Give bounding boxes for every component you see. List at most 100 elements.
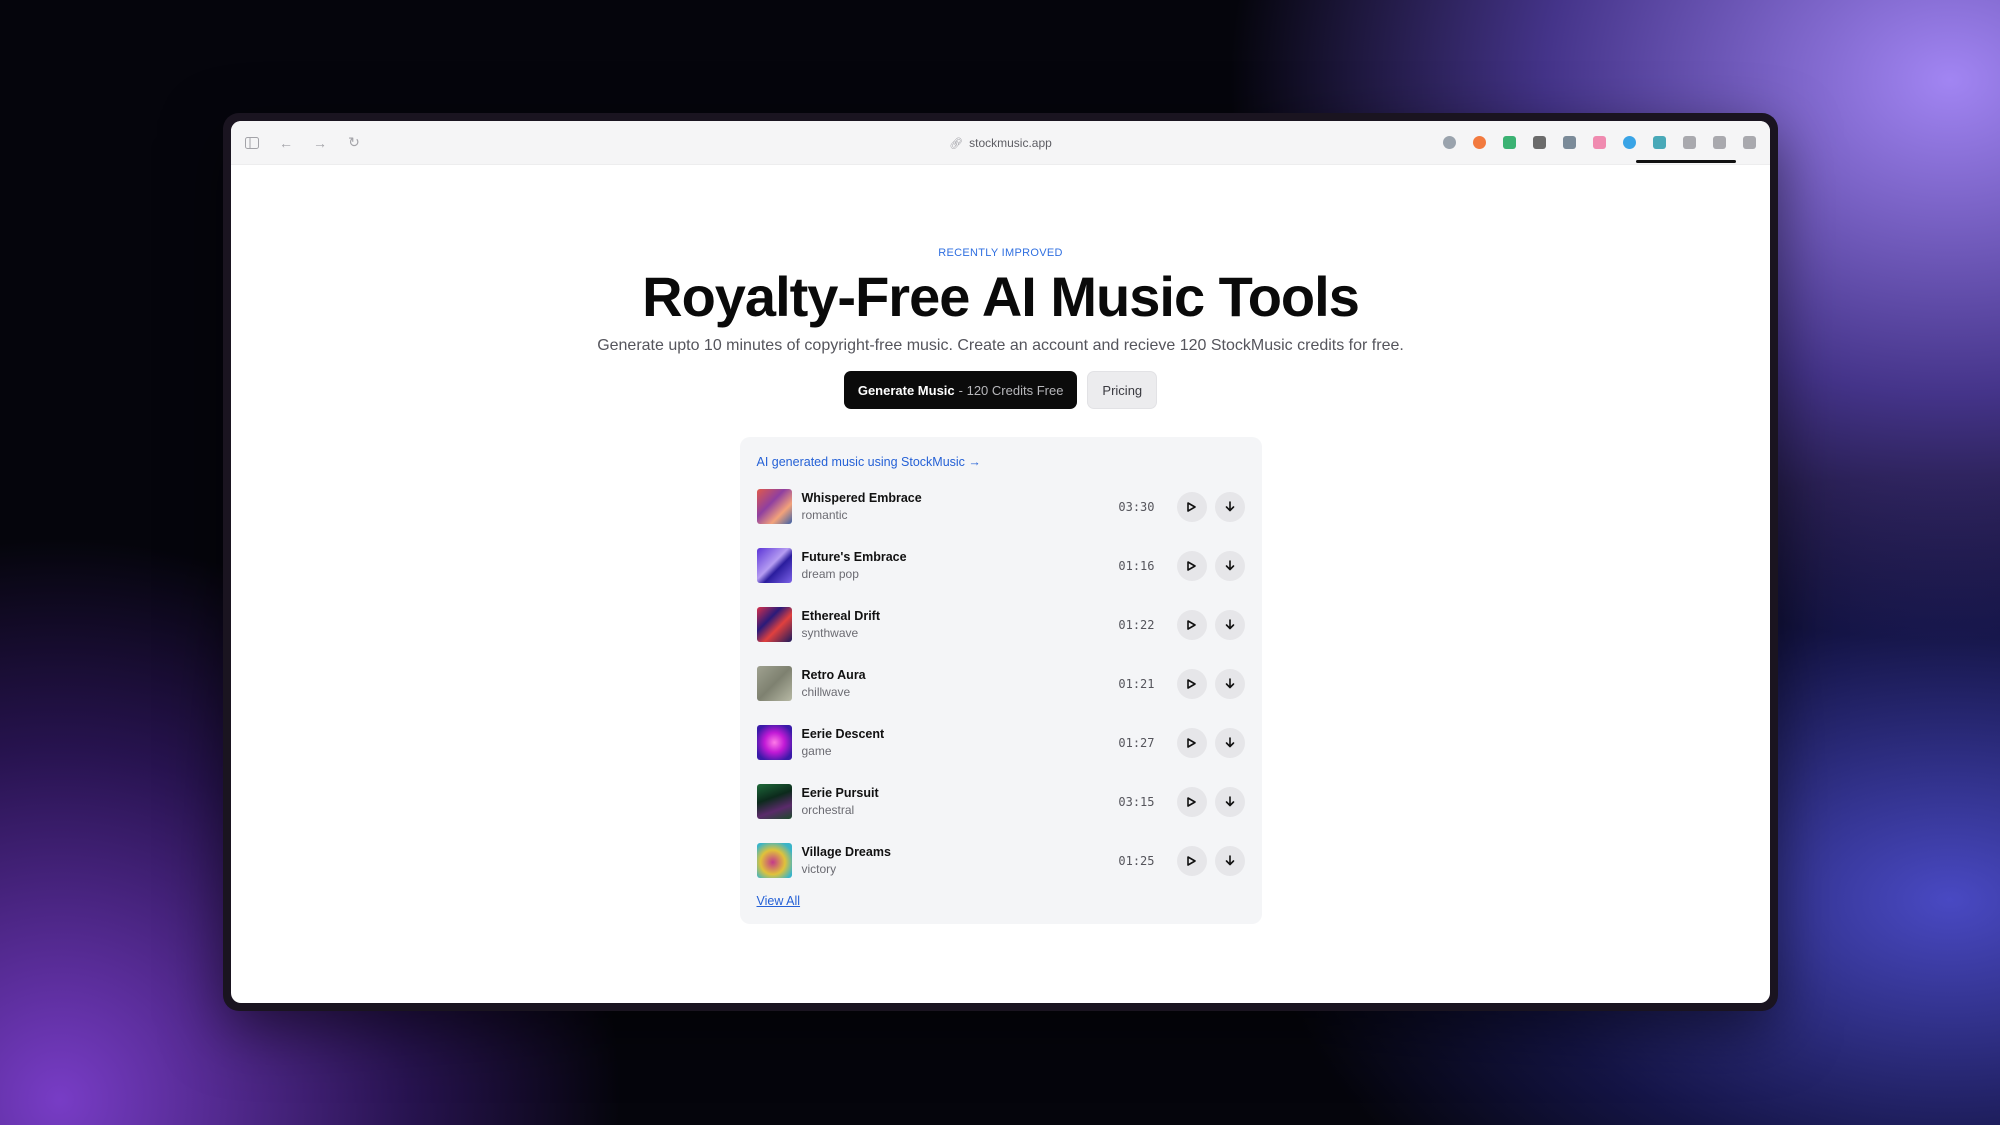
forward-arrow-icon[interactable]: → — [313, 135, 327, 151]
track-genre: orchestral — [801, 803, 855, 817]
track-duration: 01:16 — [1118, 558, 1155, 573]
album-cover-image — [756, 489, 792, 524]
download-arrow-icon — [1225, 796, 1234, 807]
download-button[interactable] — [1214, 491, 1245, 522]
play-button[interactable] — [1176, 727, 1207, 758]
rocket-extension-icon[interactable] — [1503, 136, 1516, 149]
play-button[interactable] — [1176, 491, 1207, 522]
teal-extension-icon[interactable] — [1653, 136, 1666, 149]
play-icon — [1187, 619, 1196, 630]
track-row[interactable]: Future's Embrace dream pop 01:16 — [756, 536, 1245, 595]
track-duration: 01:25 — [1118, 853, 1155, 868]
play-icon — [1187, 501, 1196, 512]
album-cover-image — [756, 548, 792, 583]
address-bar[interactable]: 🔗︎ stockmusic.app — [949, 121, 1052, 165]
play-button[interactable] — [1176, 550, 1207, 581]
play-button[interactable] — [1176, 668, 1207, 699]
track-title: Whispered Embrace — [801, 491, 922, 505]
track-row[interactable]: Eerie Pursuit orchestral 03:15 — [756, 772, 1245, 831]
album-cover-image — [756, 666, 792, 701]
play-icon — [1187, 737, 1196, 748]
reload-icon[interactable]: ↻ — [347, 134, 361, 150]
download-arrow-icon — [1225, 678, 1234, 689]
pink-extension-icon[interactable] — [1593, 136, 1606, 149]
track-meta: Retro Aura chillwave — [802, 668, 1119, 699]
blue-circle-extension-icon[interactable] — [1623, 136, 1636, 149]
track-row[interactable]: Retro Aura chillwave 01:21 — [756, 654, 1245, 713]
track-duration: 01:22 — [1118, 617, 1155, 632]
track-genre: synthwave — [801, 626, 859, 640]
orange-extension-icon[interactable] — [1473, 136, 1486, 149]
track-row[interactable]: Whispered Embrace romantic 03:30 — [756, 477, 1245, 536]
profile-extension-icon[interactable] — [1443, 136, 1456, 149]
track-duration: 01:27 — [1118, 735, 1155, 750]
download-arrow-icon — [1225, 501, 1234, 512]
download-button[interactable] — [1214, 668, 1245, 699]
download-button[interactable] — [1214, 845, 1245, 876]
play-icon — [1187, 796, 1196, 807]
track-meta: Future's Embrace dream pop — [802, 550, 1119, 581]
track-genre: game — [801, 744, 832, 758]
list-extension-icon[interactable] — [1713, 136, 1726, 149]
track-row[interactable]: Ethereal Drift synthwave 01:22 — [756, 595, 1245, 654]
notion-extension-icon[interactable] — [1533, 136, 1546, 149]
play-icon — [1187, 678, 1196, 689]
track-list-panel: AI generated music using StockMusic → Wh… — [739, 437, 1262, 924]
back-arrow-icon[interactable]: ← — [279, 135, 293, 151]
eyebrow-label: RECENTLY IMPROVED — [938, 247, 1063, 259]
track-title: Future's Embrace — [801, 550, 907, 564]
play-button[interactable] — [1176, 845, 1207, 876]
sidebar-toggle-icon[interactable] — [245, 136, 259, 150]
track-meta: Village Dreams victory — [802, 845, 1119, 876]
hero-section: RECENTLY IMPROVED Royalty-Free AI Music … — [231, 247, 1770, 924]
track-genre: dream pop — [801, 567, 859, 581]
track-meta: Whispered Embrace romantic — [802, 491, 1119, 522]
image-extension-icon[interactable] — [1563, 136, 1576, 149]
download-button[interactable] — [1214, 550, 1245, 581]
track-title: Ethereal Drift — [801, 609, 881, 623]
track-genre: victory — [801, 862, 837, 876]
play-button[interactable] — [1176, 786, 1207, 817]
extensions-bar — [1443, 136, 1756, 163]
download-button[interactable] — [1214, 786, 1245, 817]
track-duration: 03:15 — [1118, 794, 1155, 809]
active-tab-indicator — [1636, 160, 1736, 163]
page-title: Royalty-Free AI Music Tools — [642, 265, 1360, 328]
download-arrow-icon — [1225, 619, 1234, 630]
track-title: Eerie Descent — [801, 727, 885, 741]
link-icon: 🔗︎ — [949, 137, 964, 150]
url-text: stockmusic.app — [969, 136, 1052, 150]
track-genre: chillwave — [801, 685, 851, 699]
generate-music-label: Generate Music — [857, 382, 955, 398]
track-genre: romantic — [801, 508, 848, 522]
track-title: Eerie Pursuit — [801, 786, 879, 800]
browser-window: ← → ↻ 🔗︎ stockmusic.app RECENTLY IMPROVE… — [223, 113, 1778, 1011]
track-meta: Ethereal Drift synthwave — [802, 609, 1119, 640]
view-all-link[interactable]: View All — [757, 894, 801, 908]
sidebar-extension-icon[interactable] — [1743, 136, 1756, 149]
generate-music-button[interactable]: Generate Music - 120 Credits Free — [843, 371, 1078, 409]
pricing-button[interactable]: Pricing — [1087, 371, 1158, 409]
album-cover-image — [756, 784, 792, 819]
download-arrow-icon — [1225, 560, 1234, 571]
play-icon — [1187, 855, 1196, 866]
track-meta: Eerie Descent game — [802, 727, 1119, 758]
track-title: Retro Aura — [801, 668, 866, 682]
track-row[interactable]: Eerie Descent game 01:27 — [756, 713, 1245, 772]
play-button[interactable] — [1176, 609, 1207, 640]
track-row[interactable]: Village Dreams victory 01:25 — [756, 831, 1245, 890]
download-button[interactable] — [1214, 727, 1245, 758]
track-duration: 03:30 — [1118, 499, 1155, 514]
ai-music-link[interactable]: AI generated music using StockMusic → — [757, 455, 981, 469]
download-button[interactable] — [1214, 609, 1245, 640]
album-cover-image — [756, 725, 792, 760]
chat-extension-icon[interactable] — [1683, 136, 1696, 149]
album-cover-image — [756, 843, 792, 878]
track-title: Village Dreams — [801, 845, 891, 859]
browser-toolbar: ← → ↻ 🔗︎ stockmusic.app — [231, 121, 1770, 165]
browser-viewport: ← → ↻ 🔗︎ stockmusic.app RECENTLY IMPROVE… — [231, 121, 1770, 1003]
play-icon — [1187, 560, 1196, 571]
track-list: Whispered Embrace romantic 03:30 Future's E… — [756, 477, 1245, 890]
download-arrow-icon — [1225, 737, 1234, 748]
download-arrow-icon — [1225, 855, 1234, 866]
